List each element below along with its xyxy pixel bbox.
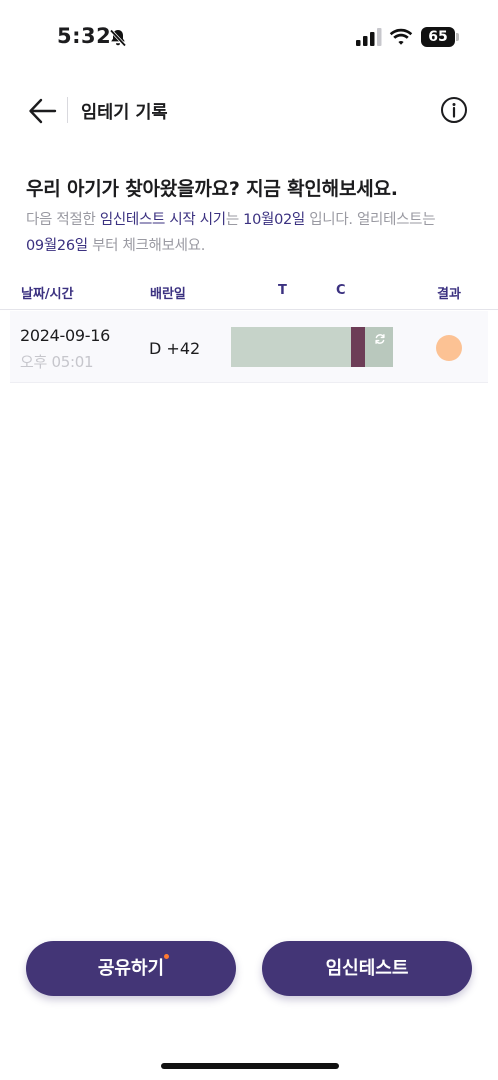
table-row[interactable]: 2024-09-16 오후 05:01 D +42 bbox=[10, 311, 488, 383]
back-arrow-icon[interactable] bbox=[26, 94, 60, 128]
header: 임테기 기록 bbox=[0, 82, 498, 140]
desc-text-1: 다음 적절한 bbox=[26, 212, 100, 228]
desc-text-4: 부터 체크해보세요. bbox=[87, 238, 206, 254]
test-start-date: 10월02일 bbox=[243, 212, 305, 228]
info-icon[interactable] bbox=[440, 96, 468, 124]
test-strip-image[interactable] bbox=[231, 327, 393, 367]
test-start-label: 임신테스트 시작 시기 bbox=[99, 212, 226, 228]
pregnancy-test-button[interactable]: 임신테스트 bbox=[262, 941, 472, 996]
notification-dot bbox=[164, 954, 169, 959]
intro-title: 우리 아기가 찾아왔을까요? 지금 확인해보세요. bbox=[26, 178, 398, 200]
status-time: 5:32 bbox=[57, 24, 112, 48]
refresh-icon[interactable] bbox=[374, 333, 386, 345]
bell-slash-icon bbox=[109, 29, 127, 47]
column-header-date: 날짜/시간 bbox=[21, 287, 74, 302]
column-header-result: 결과 bbox=[437, 287, 461, 302]
header-divider bbox=[67, 97, 68, 123]
column-header-t: T bbox=[278, 283, 287, 298]
share-button-label: 공유하기 bbox=[97, 958, 165, 979]
battery-cap bbox=[456, 33, 459, 41]
strip-control-line bbox=[351, 327, 365, 367]
early-test-date: 09월26일 bbox=[26, 238, 88, 254]
result-indicator bbox=[436, 335, 462, 361]
page-title: 임테기 기록 bbox=[81, 103, 168, 123]
desc-text-2: 는 bbox=[225, 212, 244, 228]
table-header: 날짜/시간 배란일 T C 결과 bbox=[0, 280, 498, 310]
column-header-ovulation: 배란일 bbox=[150, 287, 186, 302]
intro-description: 다음 적절한 임신테스트 시작 시기는 10월02일 입니다. 얼리테스트는 0… bbox=[26, 207, 476, 259]
home-indicator[interactable] bbox=[161, 1063, 339, 1069]
battery-percent: 65 bbox=[428, 29, 448, 45]
share-button[interactable]: 공유하기 bbox=[26, 941, 236, 996]
row-date: 2024-09-16 bbox=[20, 326, 110, 345]
wifi-icon bbox=[389, 28, 413, 45]
row-time: 오후 05:01 bbox=[20, 353, 94, 371]
column-header-c: C bbox=[336, 283, 346, 298]
cellular-signal-icon bbox=[356, 28, 382, 46]
pregnancy-test-button-label: 임신테스트 bbox=[325, 958, 409, 979]
status-bar: 5:32 65 bbox=[0, 0, 498, 75]
desc-text-3: 입니다. 얼리테스트는 bbox=[304, 212, 436, 228]
row-ovulation-day: D +42 bbox=[149, 339, 201, 358]
